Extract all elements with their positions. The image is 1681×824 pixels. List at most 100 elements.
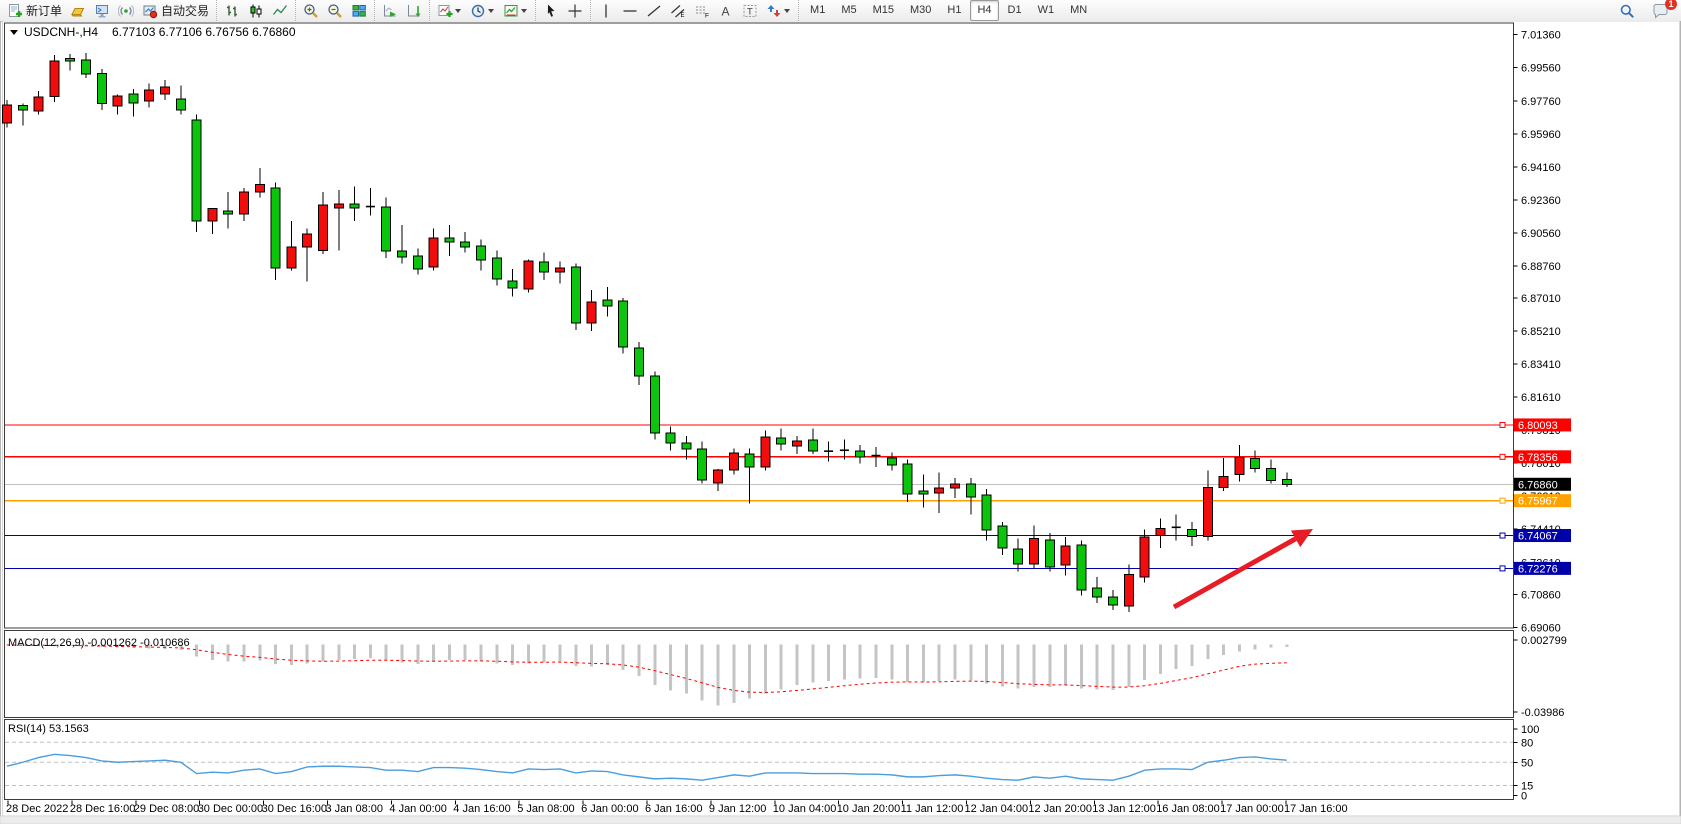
mt-terminal-window: { "toolbar": { "new_order_label": "新订单",… xyxy=(0,0,1681,824)
autoscroll-button[interactable] xyxy=(379,0,401,21)
svg-text:6.92360: 6.92360 xyxy=(1521,195,1561,207)
vertical-line-button[interactable] xyxy=(595,0,617,21)
crosshair-icon xyxy=(567,3,583,19)
timeframe-h4-button[interactable]: H4 xyxy=(970,0,998,21)
monitor-icon xyxy=(94,3,110,19)
text-button[interactable]: A xyxy=(715,0,737,21)
timeframe-m1-button[interactable]: M1 xyxy=(803,0,832,21)
timeframe-m30-button[interactable]: M30 xyxy=(903,0,938,21)
svg-text:50: 50 xyxy=(1521,757,1533,769)
svg-text:16 Jan 08:00: 16 Jan 08:00 xyxy=(1156,803,1220,815)
svg-text:6.87010: 6.87010 xyxy=(1521,293,1561,305)
svg-text:100: 100 xyxy=(1521,724,1539,736)
svg-text:F: F xyxy=(705,12,709,19)
svg-text:6.76860: 6.76860 xyxy=(1518,479,1558,491)
indicators-icon xyxy=(437,3,453,19)
chat-button[interactable]: 1 xyxy=(1649,0,1672,21)
autotrading-button[interactable]: 自动交易 xyxy=(139,0,212,21)
autotrading-icon xyxy=(142,3,158,19)
tile-windows-icon xyxy=(351,3,367,19)
channel-icon: E xyxy=(670,3,686,19)
timeframe-h1-button[interactable]: H1 xyxy=(940,0,968,21)
arrows-button[interactable] xyxy=(763,0,794,21)
cursor-button[interactable] xyxy=(540,0,562,21)
svg-text:6.69060: 6.69060 xyxy=(1521,622,1561,634)
chart-canvas[interactable]: 7.013606.995606.977606.959606.941606.923… xyxy=(0,21,1681,824)
svg-text:6.72276: 6.72276 xyxy=(1518,563,1558,575)
new-order-button[interactable]: 新订单 xyxy=(4,0,65,21)
svg-text:6.88760: 6.88760 xyxy=(1521,261,1561,273)
svg-text:28 Dec 2022: 28 Dec 2022 xyxy=(6,803,68,815)
zoom-in-icon xyxy=(303,3,319,19)
signals-button[interactable] xyxy=(115,0,137,21)
svg-text:12 Jan 20:00: 12 Jan 20:00 xyxy=(1028,803,1092,815)
svg-text:USDCNH-,H4: USDCNH-,H4 xyxy=(24,25,98,39)
text-a-icon: A xyxy=(718,3,734,19)
timeframe-d1-button[interactable]: D1 xyxy=(1001,0,1029,21)
svg-text:6.80093: 6.80093 xyxy=(1518,420,1558,432)
crosshair-button[interactable] xyxy=(564,0,586,21)
autotrading-label: 自动交易 xyxy=(161,2,209,19)
timeframe-m5-button[interactable]: M5 xyxy=(834,0,863,21)
tile-windows-button[interactable] xyxy=(348,0,370,21)
zoom-out-button[interactable] xyxy=(324,0,346,21)
horizontal-line-button[interactable] xyxy=(619,0,641,21)
timeframe-group: M1M5M15M30H1H4D1W1MN xyxy=(798,0,1098,21)
terminal-button[interactable] xyxy=(91,0,113,21)
svg-text:12 Jan 04:00: 12 Jan 04:00 xyxy=(965,803,1029,815)
line-chart-button[interactable] xyxy=(269,0,291,21)
horizontal-line-icon xyxy=(622,3,638,19)
timeframe-w1-button[interactable]: W1 xyxy=(1031,0,1062,21)
timeframe-mn-button[interactable]: MN xyxy=(1063,0,1094,21)
indicators-button[interactable] xyxy=(434,0,465,21)
clock-icon xyxy=(470,3,486,19)
svg-text:4 Jan 16:00: 4 Jan 16:00 xyxy=(453,803,511,815)
svg-text:6 Jan 16:00: 6 Jan 16:00 xyxy=(645,803,703,815)
text-label-button[interactable]: T xyxy=(739,0,761,21)
svg-text:6 Jan 00:00: 6 Jan 00:00 xyxy=(581,803,639,815)
templates-button[interactable] xyxy=(500,0,531,21)
arrows-icon xyxy=(766,3,782,19)
template-icon xyxy=(503,3,519,19)
chart-window[interactable]: 7.013606.995606.977606.959606.941606.923… xyxy=(0,21,1681,824)
svg-text:6.85210: 6.85210 xyxy=(1521,326,1561,338)
periods-button[interactable] xyxy=(467,0,498,21)
timeframe-m15-button[interactable]: M15 xyxy=(866,0,901,21)
svg-text:30 Dec 16:00: 30 Dec 16:00 xyxy=(262,803,327,815)
deposit-button[interactable] xyxy=(67,0,89,21)
svg-text:6.77103 6.77106 6.76756 6.7686: 6.77103 6.77106 6.76756 6.76860 xyxy=(112,25,296,39)
svg-text:17 Jan 16:00: 17 Jan 16:00 xyxy=(1284,803,1348,815)
svg-text:6.90560: 6.90560 xyxy=(1521,228,1561,240)
equidistant-channel-button[interactable]: E xyxy=(667,0,689,21)
svg-text:28 Dec 16:00: 28 Dec 16:00 xyxy=(70,803,135,815)
indicators-caret-icon[interactable] xyxy=(455,9,461,13)
svg-text:6.94160: 6.94160 xyxy=(1521,162,1561,174)
templates-caret-icon[interactable] xyxy=(521,9,527,13)
svg-text:10 Jan 20:00: 10 Jan 20:00 xyxy=(837,803,901,815)
svg-text:6.78356: 6.78356 xyxy=(1518,452,1558,464)
candlestick-chart-button[interactable] xyxy=(245,0,267,21)
svg-text:0.002799: 0.002799 xyxy=(1521,635,1567,647)
search-button[interactable] xyxy=(1616,0,1638,21)
candlestick-icon xyxy=(248,3,264,19)
fibonacci-button[interactable]: F xyxy=(691,0,713,21)
bar-chart-button[interactable] xyxy=(221,0,243,21)
trendline-button[interactable] xyxy=(643,0,665,21)
fibonacci-icon: F xyxy=(694,3,710,19)
svg-text:6.83410: 6.83410 xyxy=(1521,359,1561,371)
arrows-caret-icon[interactable] xyxy=(784,9,790,13)
time-axis: 28 Dec 202228 Dec 16:0029 Dec 08:0030 De… xyxy=(6,801,1348,816)
svg-text:E: E xyxy=(681,13,685,19)
status-strip xyxy=(0,816,1681,824)
notification-badge[interactable]: 1 xyxy=(1665,0,1677,10)
svg-text:11 Jan 12:00: 11 Jan 12:00 xyxy=(901,803,964,815)
svg-text:-0.03986: -0.03986 xyxy=(1521,707,1564,719)
svg-text:6.99560: 6.99560 xyxy=(1521,63,1561,75)
autoscroll-icon xyxy=(382,3,398,19)
chart-shift-button[interactable] xyxy=(403,0,425,21)
svg-text:3 Jan 08:00: 3 Jan 08:00 xyxy=(326,803,384,815)
periods-caret-icon[interactable] xyxy=(488,9,494,13)
zoom-in-button[interactable] xyxy=(300,0,322,21)
svg-text:MACD(12,26,9) -0.001262 -0.010: MACD(12,26,9) -0.001262 -0.010686 xyxy=(8,637,190,649)
svg-text:6.74067: 6.74067 xyxy=(1518,531,1558,543)
